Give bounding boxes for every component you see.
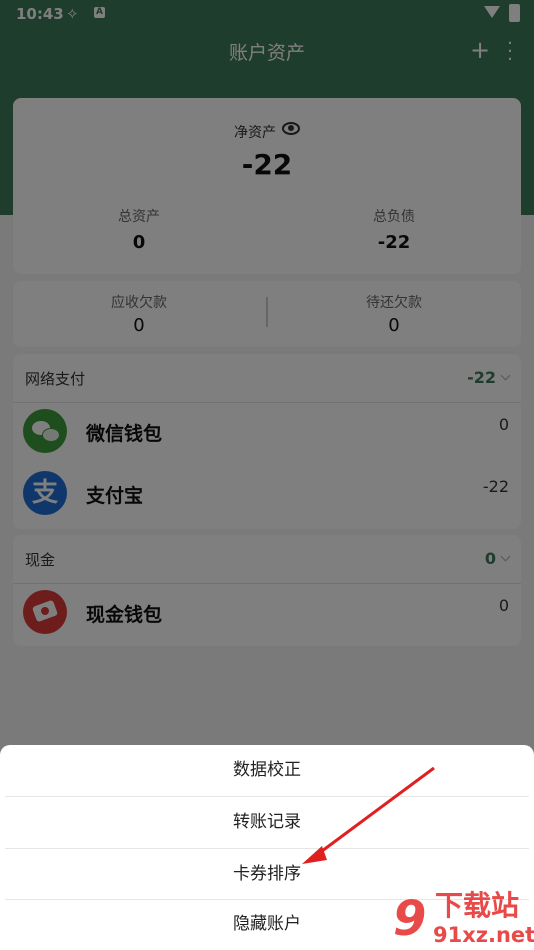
watermark: 9 下载站 91xz.net	[393, 890, 534, 950]
watermark-title: 下载站	[435, 889, 520, 922]
menu-item-data-correction[interactable]: 数据校正	[0, 745, 534, 796]
watermark-logo: 9	[393, 891, 427, 947]
menu-item-transfer-records[interactable]: 转账记录	[0, 797, 534, 848]
watermark-url: 91xz.net	[433, 923, 534, 947]
